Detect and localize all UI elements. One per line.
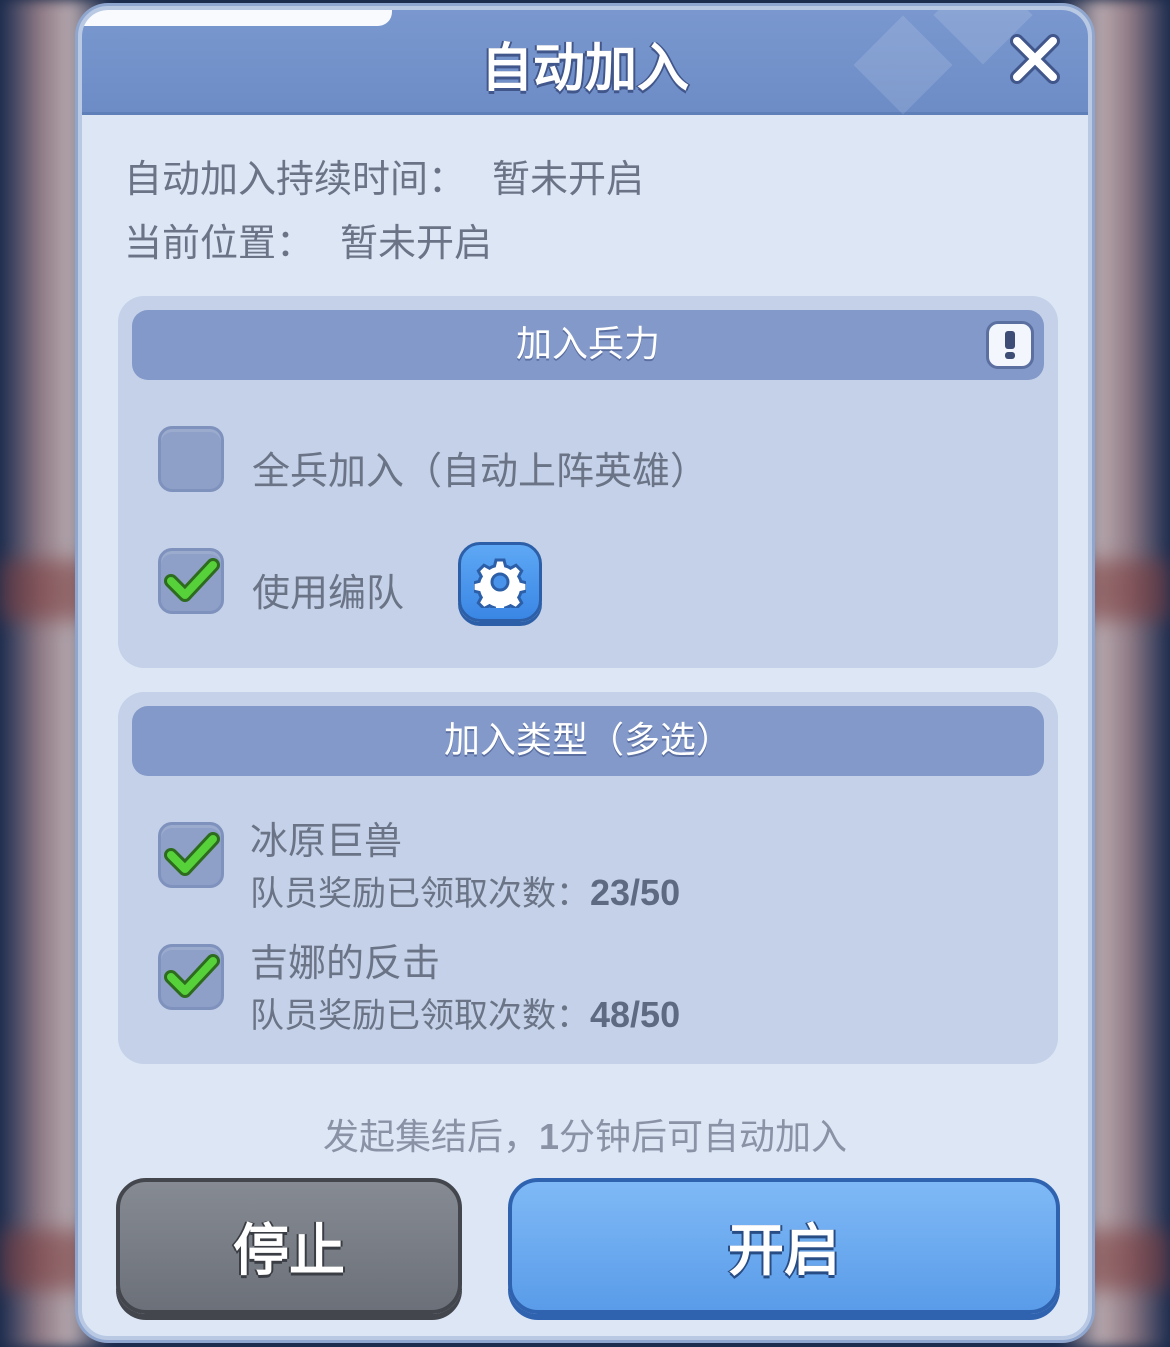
exclamation-icon: [1005, 331, 1015, 359]
auto-join-dialog: 自动加入 自动加入持续时间： 暂未开启 当前位置： 暂未开启 加入兵力 全兵加入（自…: [78, 6, 1092, 1340]
troops-panel-header: 加入兵力: [132, 310, 1044, 380]
hint-text: 分钟后可自动加入: [559, 1117, 848, 1158]
duration-label: 自动加入持续时间：: [124, 157, 467, 201]
dialog-title: 自动加入: [480, 39, 689, 99]
checkmark-icon: [164, 832, 220, 876]
checkbox-ice-beast[interactable]: [158, 822, 224, 888]
troops-panel-title: 加入兵力: [515, 324, 660, 365]
hint-text: 发起集结后，: [322, 1117, 539, 1158]
position-label: 当前位置：: [124, 221, 315, 265]
gear-icon: [474, 558, 526, 608]
hint-minutes: 1: [538, 1116, 560, 1157]
reward-label: 队员奖励已领取次数：: [250, 996, 590, 1036]
checkmark-icon: [164, 954, 220, 998]
start-button-label: 开启: [728, 1218, 840, 1284]
close-button[interactable]: [1004, 28, 1066, 90]
gina-counter-name: 吉娜的反击: [250, 941, 441, 985]
reward-label: 队员奖励已领取次数：: [250, 874, 590, 914]
info-button[interactable]: [986, 321, 1034, 369]
checkbox-all-troops[interactable]: [158, 426, 224, 492]
use-formation-label: 使用编队: [252, 571, 405, 615]
reward-count: 23/50: [590, 872, 681, 913]
reward-count: 48/50: [590, 994, 681, 1035]
position-line: 当前位置： 暂未开启: [124, 212, 492, 267]
join-types-panel: 加入类型（多选） 冰原巨兽 队员奖励已领取次数：23/50 吉娜的反击 队员奖励…: [118, 692, 1058, 1064]
join-types-panel-header: 加入类型（多选）: [132, 706, 1044, 776]
stop-button[interactable]: 停止: [116, 1178, 462, 1314]
duration-value: 暂未开启: [492, 157, 645, 201]
position-value: 暂未开启: [340, 221, 493, 265]
checkbox-gina-counter[interactable]: [158, 944, 224, 1010]
title-bar: 自动加入: [82, 10, 1088, 115]
ice-beast-reward: 队员奖励已领取次数：23/50: [250, 866, 680, 915]
formation-settings-button[interactable]: [458, 542, 542, 622]
ice-beast-name: 冰原巨兽: [250, 819, 403, 863]
all-troops-label: 全兵加入（自动上阵英雄）: [252, 449, 709, 493]
start-button[interactable]: 开启: [508, 1178, 1060, 1314]
auto-join-hint: 发起集结后，1分钟后可自动加入: [82, 1108, 1088, 1160]
duration-line: 自动加入持续时间： 暂未开启: [124, 148, 644, 203]
join-types-panel-title: 加入类型（多选）: [443, 720, 732, 761]
close-icon: [1010, 34, 1060, 84]
gina-counter-reward: 队员奖励已领取次数：48/50: [250, 988, 680, 1037]
snow-decoration: [82, 10, 392, 26]
troops-panel: 加入兵力 全兵加入（自动上阵英雄） 使用编队: [118, 296, 1058, 668]
checkbox-use-formation[interactable]: [158, 548, 224, 614]
checkmark-icon: [164, 558, 220, 602]
stop-button-label: 停止: [233, 1218, 345, 1284]
